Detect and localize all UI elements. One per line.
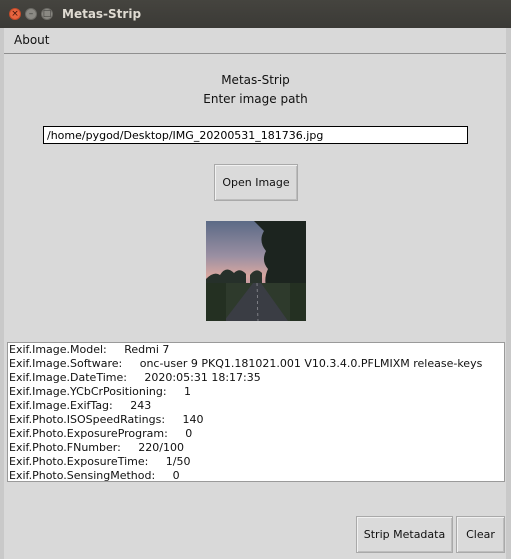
image-path-input[interactable] xyxy=(43,126,468,144)
instruction-label: Enter image path xyxy=(203,92,308,106)
maximize-window-button[interactable]: □ xyxy=(41,8,53,20)
menu-about[interactable]: About xyxy=(14,33,49,47)
title-bar: × – □ Metas-Strip xyxy=(0,0,511,29)
strip-metadata-button[interactable]: Strip Metadata xyxy=(356,516,453,553)
window-border-left xyxy=(0,28,4,559)
metadata-line: Exif.Photo.ExposureTime: 1/50 xyxy=(9,455,191,468)
metadata-line: Exif.Image.Software: onc-user 9 PKQ1.181… xyxy=(9,357,483,370)
window-border-right xyxy=(506,28,511,559)
metadata-line: Exif.Photo.ISOSpeedRatings: 140 xyxy=(9,413,204,426)
close-window-button[interactable]: × xyxy=(9,8,21,20)
window-title: Metas-Strip xyxy=(62,7,142,21)
metadata-line: Exif.Photo.ExposureProgram: 0 xyxy=(9,427,193,440)
minimize-window-button[interactable]: – xyxy=(25,8,37,20)
metadata-output[interactable]: Exif.Image.Model: Redmi 7 Exif.Image.Sof… xyxy=(7,342,505,482)
image-thumbnail xyxy=(206,221,306,321)
menu-bar: About xyxy=(4,28,506,54)
metadata-line: Exif.Image.Model: Redmi 7 xyxy=(9,343,170,356)
metadata-line: Exif.Image.DateTime: 2020:05:31 18:17:35 xyxy=(9,371,261,384)
metadata-line: Exif.Image.ExifTag: 243 xyxy=(9,399,152,412)
metadata-line: Exif.Image.YCbCrPositioning: 1 xyxy=(9,385,192,398)
metadata-line: Exif.Photo.FNumber: 220/100 xyxy=(9,441,184,454)
app-title: Metas-Strip xyxy=(221,73,290,87)
metadata-line: Exif.Photo.SensingMethod: 0 xyxy=(9,469,180,482)
clear-button[interactable]: Clear xyxy=(456,516,505,553)
open-image-button[interactable]: Open Image xyxy=(214,164,298,201)
